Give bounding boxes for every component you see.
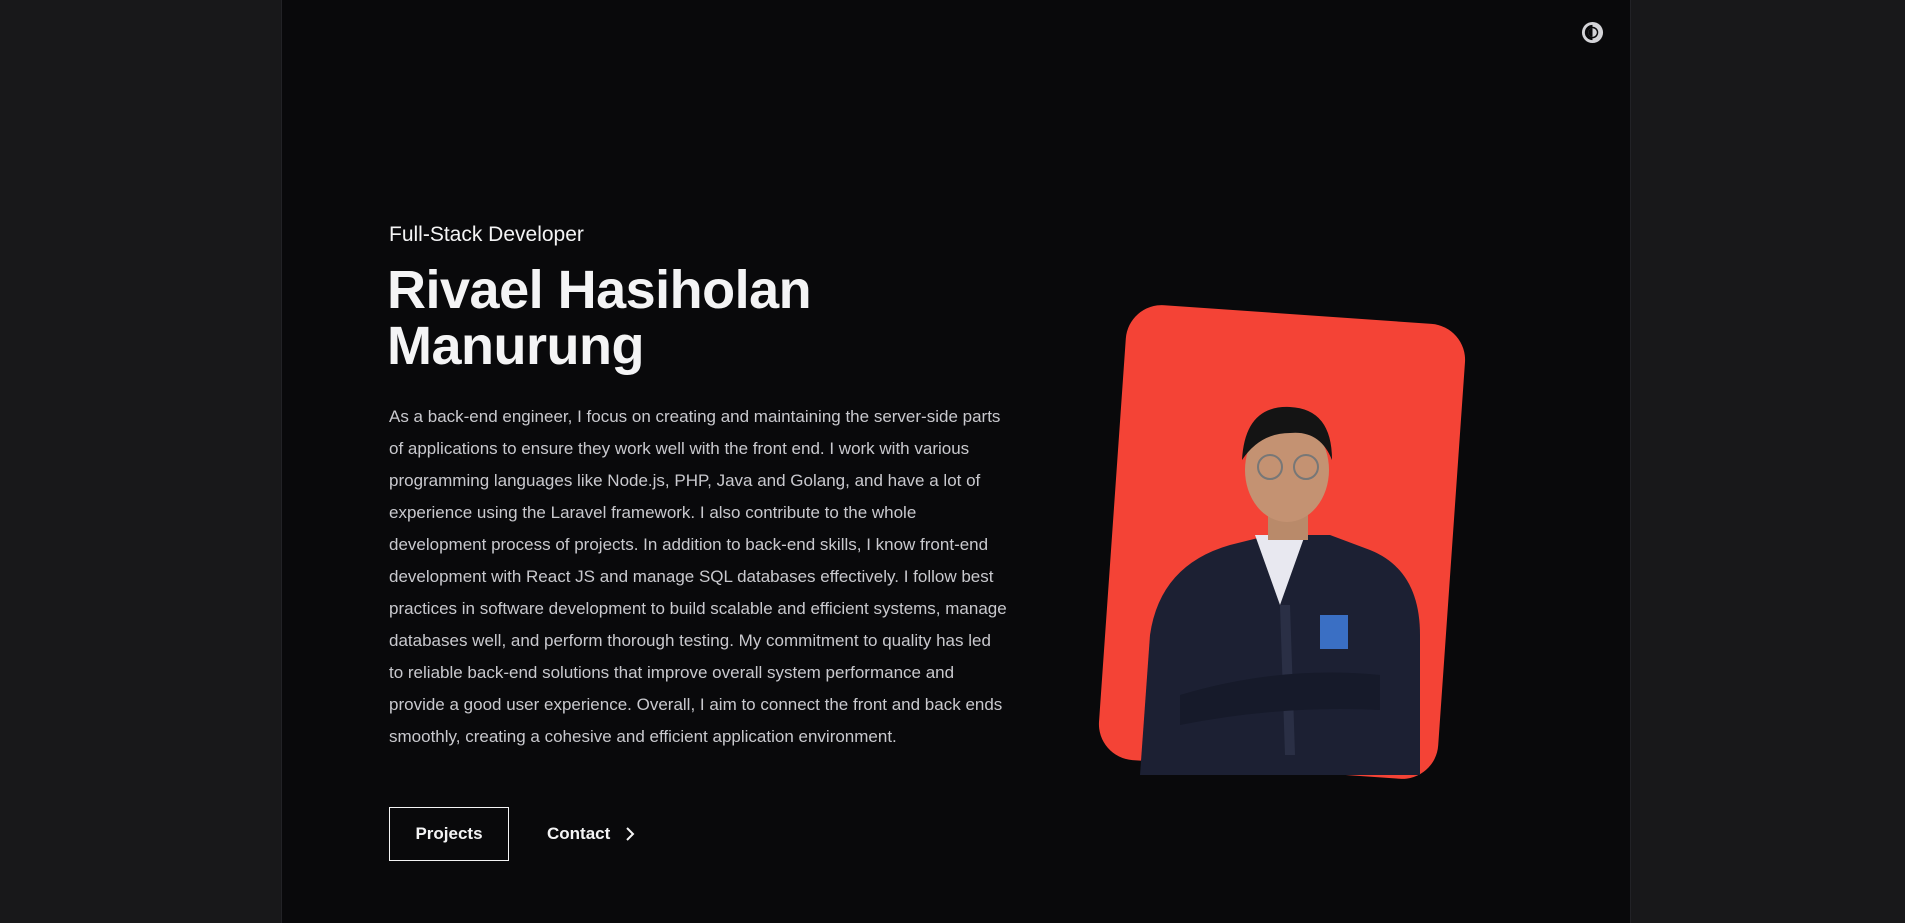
- hero-subtitle: Full-Stack Developer: [389, 223, 584, 246]
- projects-button[interactable]: Projects: [389, 807, 509, 861]
- profile-photo: [1140, 406, 1420, 775]
- hero-name: Rivael Hasiholan Manurung: [387, 260, 812, 376]
- contact-button[interactable]: Contact: [547, 807, 636, 861]
- chevron-right-icon: [626, 827, 635, 841]
- theme-toggle-button[interactable]: [1581, 21, 1604, 44]
- hero-description: As a back-end engineer, I focus on creat…: [389, 407, 1007, 746]
- contact-label: Contact: [547, 824, 611, 843]
- projects-label: Projects: [415, 824, 483, 843]
- contrast-icon: [1581, 21, 1604, 44]
